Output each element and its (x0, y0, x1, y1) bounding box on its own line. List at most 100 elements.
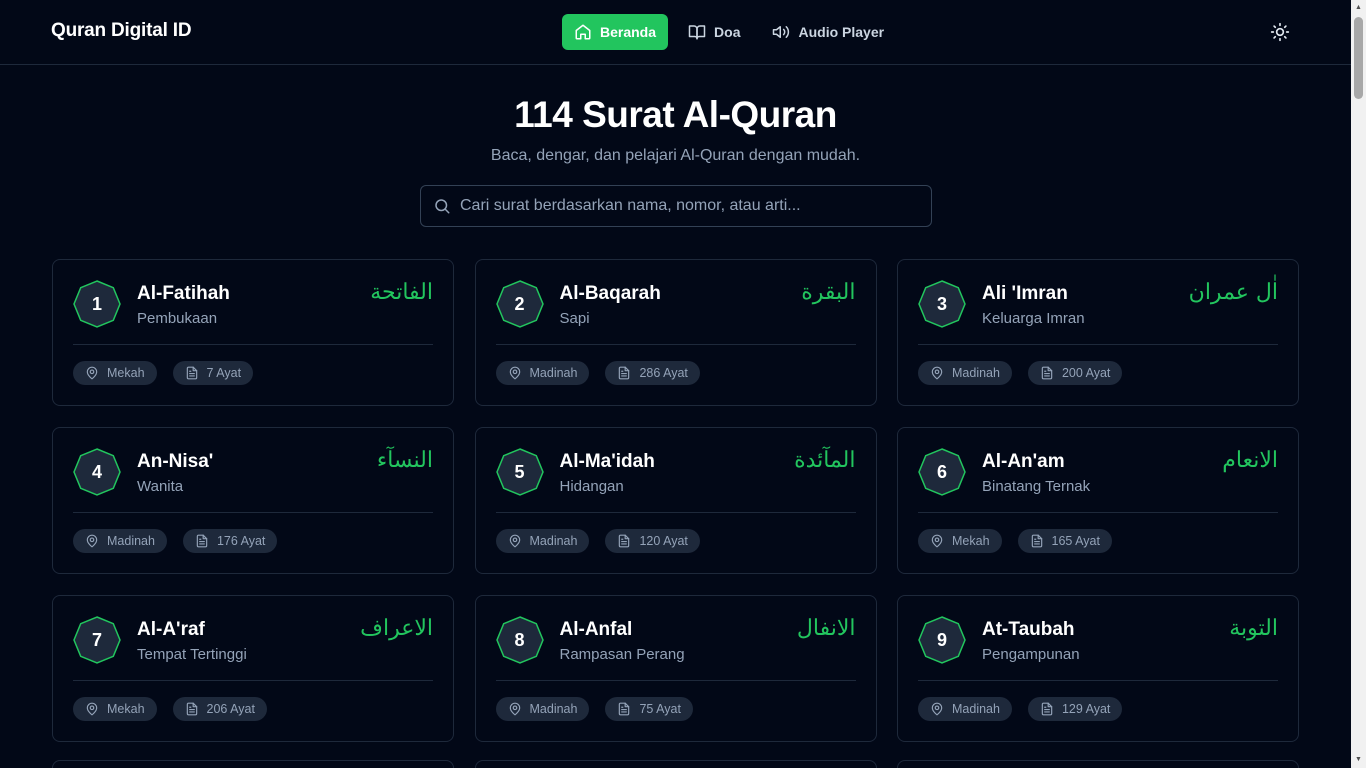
search-box (420, 185, 932, 227)
surah-number: 9 (936, 629, 947, 650)
scroll-up-arrow[interactable]: ▲ (1354, 4, 1363, 12)
search-input[interactable] (460, 197, 920, 215)
surah-name: Ali 'Imran (982, 283, 1068, 304)
file-text-icon (186, 702, 197, 716)
file-text-icon (1031, 534, 1042, 548)
surah-meaning: Binatang Ternak (982, 478, 1091, 495)
revelation-place: Mekah (952, 534, 990, 548)
card-divider (73, 344, 433, 345)
surah-number-badge: 1 (73, 280, 121, 328)
surah-card[interactable]: 7 Al-A'raf Tempat Tertinggi الاعراف Meka… (52, 595, 454, 742)
revelation-place-tag: Mekah (73, 697, 157, 721)
ayat-count: 7 Ayat (206, 366, 242, 380)
ayat-count-tag: 206 Ayat (172, 697, 267, 721)
card-divider (495, 680, 856, 681)
file-text-icon (186, 366, 197, 380)
surah-arabic-name: الانفال (796, 616, 856, 641)
surah-number-badge: 9 (918, 616, 966, 664)
revelation-place: Madinah (529, 534, 578, 548)
surah-card[interactable]: 4 An-Nisa' Wanita النسآء Madinah 176 Aya… (52, 427, 454, 574)
revelation-place-tag: Mekah (918, 529, 1002, 553)
page-scrollbar[interactable]: ▲ ▼ (1351, 0, 1366, 768)
file-text-icon (1041, 702, 1053, 716)
surah-card[interactable]: 8 Al-Anfal Rampasan Perang الانفال Madin… (474, 595, 877, 742)
surah-meaning: Keluarga Imran (982, 310, 1085, 327)
revelation-place: Mekah (107, 702, 145, 716)
surah-arabic-name: الفاتحة (370, 280, 433, 305)
scroll-down-arrow[interactable]: ▼ (1354, 756, 1363, 764)
surah-card[interactable]: 5 Al-Ma'idah Hidangan المآئدة Madinah 12… (474, 427, 877, 574)
revelation-place: Madinah (952, 702, 1000, 716)
speaker-icon (773, 26, 790, 38)
theme-toggle-button[interactable] (1268, 20, 1292, 44)
surah-number-badge: 8 (495, 616, 544, 664)
file-text-icon (1041, 366, 1053, 380)
revelation-place-tag: Madinah (495, 529, 590, 553)
card-divider (918, 344, 1278, 345)
surah-meta: Madinah 200 Ayat (918, 361, 1123, 385)
revelation-place: Madinah (952, 366, 1000, 380)
surah-name: Al-Ma'idah (559, 451, 655, 472)
surah-number: 4 (91, 461, 102, 482)
surah-meta: Madinah 176 Ayat (73, 529, 278, 553)
surah-meaning: Wanita (137, 478, 184, 495)
surah-number: 5 (514, 461, 525, 482)
card-divider (495, 344, 856, 345)
surah-arabic-name: البقرة (801, 280, 856, 305)
surah-meaning: Sapi (559, 310, 590, 327)
revelation-place: Madinah (529, 366, 578, 380)
surah-number: 6 (936, 461, 947, 482)
surah-number-badge: 7 (73, 616, 121, 664)
ayat-count: 75 Ayat (639, 702, 681, 716)
ayat-count-tag: 176 Ayat (182, 529, 278, 553)
surah-arabic-name: النسآء (376, 448, 433, 473)
ayat-count-tag: 165 Ayat (1017, 529, 1112, 553)
surah-number-badge: 2 (495, 280, 544, 328)
surah-name: Al-A'raf (137, 619, 205, 640)
nav-item-audio-player[interactable]: Audio Player (760, 14, 896, 50)
surah-arabic-name: المآئدة (794, 448, 856, 473)
map-pin-icon (931, 702, 943, 716)
map-pin-icon (509, 702, 520, 716)
ayat-count: 129 Ayat (1061, 702, 1111, 716)
file-text-icon (619, 366, 630, 380)
revelation-place-tag: Madinah (495, 697, 590, 721)
nav-item-doa[interactable]: Doa (676, 14, 752, 50)
surah-number: 3 (936, 293, 947, 314)
file-text-icon (619, 702, 630, 716)
surah-card[interactable]: 2 Al-Baqarah Sapi البقرة Madinah 286 Aya… (474, 259, 877, 406)
map-pin-icon (931, 366, 943, 380)
surah-meaning: Pengampunan (982, 646, 1080, 663)
sun-icon (1270, 22, 1290, 42)
surah-meaning: Pembukaan (137, 310, 218, 327)
surah-number-badge: 6 (918, 448, 966, 496)
surah-number: 8 (514, 629, 525, 650)
surah-name: At-Taubah (982, 619, 1075, 640)
ayat-count-tag: 200 Ayat (1027, 361, 1123, 385)
surah-card[interactable]: 1 Al-Fatihah Pembukaan الفاتحة Mekah 7 A… (52, 259, 454, 406)
surah-card[interactable]: 6 Al-An'am Binatang Ternak الانعام Mekah… (897, 427, 1299, 574)
ayat-count-tag: 7 Ayat (172, 361, 254, 385)
surah-card[interactable]: 9 At-Taubah Pengampunan التوبة Madinah 1… (897, 595, 1299, 742)
card-divider (73, 512, 433, 513)
nav-item-label: Doa (714, 24, 741, 40)
surah-name: Al-Anfal (559, 619, 633, 640)
ayat-count: 176 Ayat (216, 534, 266, 548)
surah-grid: 1 Al-Fatihah Pembukaan الفاتحة Mekah 7 A… (52, 259, 1299, 742)
ayat-count: 165 Ayat (1051, 534, 1100, 548)
surah-card-partial[interactable] (897, 760, 1299, 768)
surah-meta: Madinah 129 Ayat (918, 697, 1123, 721)
nav-item-beranda[interactable]: Beranda (562, 14, 669, 50)
revelation-place-tag: Madinah (918, 697, 1012, 721)
ayat-count: 206 Ayat (206, 702, 255, 716)
scrollbar-thumb[interactable] (1354, 17, 1363, 99)
surah-number-badge: 5 (495, 448, 544, 496)
surah-card[interactable]: 3 Ali 'Imran Keluarga Imran اٰل عمران Ma… (897, 259, 1299, 406)
brand-logo-text[interactable]: Quran Digital ID (51, 20, 192, 42)
surah-number-badge: 3 (918, 280, 966, 328)
search-icon (435, 199, 450, 214)
surah-card-partial[interactable] (474, 760, 877, 768)
nav-item-label: Audio Player (798, 24, 885, 40)
surah-card-partial[interactable] (52, 760, 454, 768)
surah-name: An-Nisa' (137, 451, 214, 472)
